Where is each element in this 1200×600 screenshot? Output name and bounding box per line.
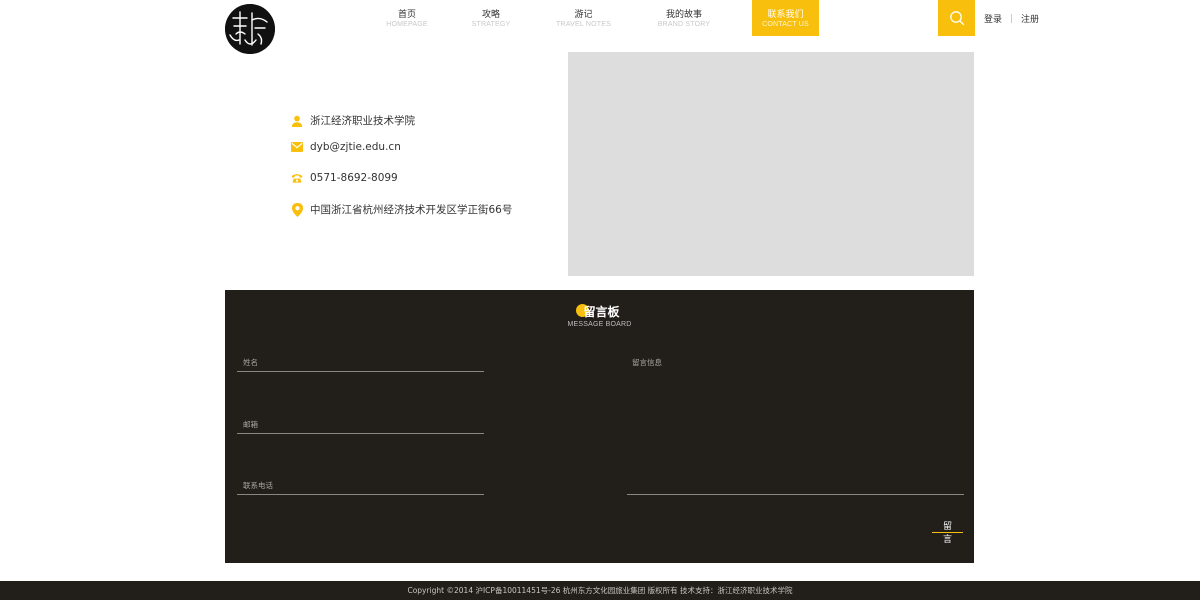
phone-field	[237, 473, 484, 495]
auth-links: 登录 注册	[984, 12, 1039, 25]
nav-label-en: CONTACT US	[762, 21, 809, 28]
contact-name: 浙江经济职业技术学院	[310, 115, 415, 127]
footer-copyright: Copyright ©2014 沪ICP备10011451号-26 杭州东方文化…	[407, 586, 793, 595]
footer: Copyright ©2014 沪ICP备10011451号-26 杭州东方文化…	[0, 581, 1200, 600]
contact-address-row: 中国浙江省杭州经济技术开发区学正街66号	[291, 202, 512, 217]
board-title-cn: 留言板	[576, 303, 620, 320]
nav-label-cn: 联系我们	[767, 10, 804, 20]
search-icon	[949, 11, 964, 26]
nav-label-en: BRAND STORY	[657, 21, 711, 28]
logo-mark-icon	[225, 4, 275, 54]
login-link[interactable]: 登录	[984, 12, 1002, 25]
message-textarea[interactable]	[627, 354, 964, 494]
contact-address: 中国浙江省杭州经济技术开发区学正街66号	[310, 204, 513, 216]
nav-item-contact-us[interactable]: 联系我们 CONTACT US	[752, 0, 819, 36]
message-field	[627, 354, 964, 495]
divider	[1011, 14, 1013, 23]
logo[interactable]	[225, 4, 275, 54]
nav-item-homepage[interactable]: 首页 HOMEPAGE	[365, 0, 449, 36]
email-input[interactable]	[237, 412, 484, 433]
name-field	[237, 350, 484, 372]
nav-item-strategy[interactable]: 攻略 STRATEGY	[449, 0, 533, 36]
mail-icon	[291, 141, 303, 153]
phone-input[interactable]	[237, 473, 484, 494]
board-title: 留言板 MESSAGE BOARD	[225, 301, 974, 328]
nav-label-en: TRAVEL NOTES	[556, 21, 611, 28]
contact-name-row: 浙江经济职业技术学院	[291, 113, 415, 128]
nav-label-cn: 我的故事	[665, 10, 702, 20]
message-board: 留言板 MESSAGE BOARD 留言	[225, 290, 974, 563]
email-field	[237, 412, 484, 434]
contact-email-row: dyb@zjtie.edu.cn	[291, 141, 401, 153]
search-button[interactable]	[938, 0, 975, 36]
nav-label-en: HOMEPAGE	[386, 21, 428, 28]
register-link[interactable]: 注册	[1021, 12, 1039, 25]
contact-phone-row: 0571-8692-8099	[291, 172, 398, 184]
map-area[interactable]	[568, 52, 974, 276]
page: 首页 HOMEPAGE 攻略 STRATEGY 游记 TRAVEL NOTES …	[0, 0, 1200, 600]
location-pin-icon	[291, 202, 303, 217]
nav-label-cn: 游记	[574, 10, 593, 20]
nav-item-brand-story[interactable]: 我的故事 BRAND STORY	[634, 0, 734, 36]
contact-email[interactable]: dyb@zjtie.edu.cn	[310, 141, 401, 153]
board-title-en: MESSAGE BOARD	[567, 321, 632, 328]
nav-label-en: STRATEGY	[471, 21, 511, 28]
nav-label-cn: 首页	[397, 10, 416, 20]
phone-icon	[291, 172, 303, 184]
nav-label-cn: 攻略	[481, 10, 500, 20]
contact-phone: 0571-8692-8099	[310, 172, 398, 184]
main-nav: 首页 HOMEPAGE 攻略 STRATEGY 游记 TRAVEL NOTES …	[365, 0, 819, 36]
name-input[interactable]	[237, 350, 484, 371]
submit-message-button[interactable]: 留言	[932, 519, 963, 545]
user-icon	[291, 115, 303, 127]
nav-item-travel-notes[interactable]: 游记 TRAVEL NOTES	[533, 0, 634, 36]
